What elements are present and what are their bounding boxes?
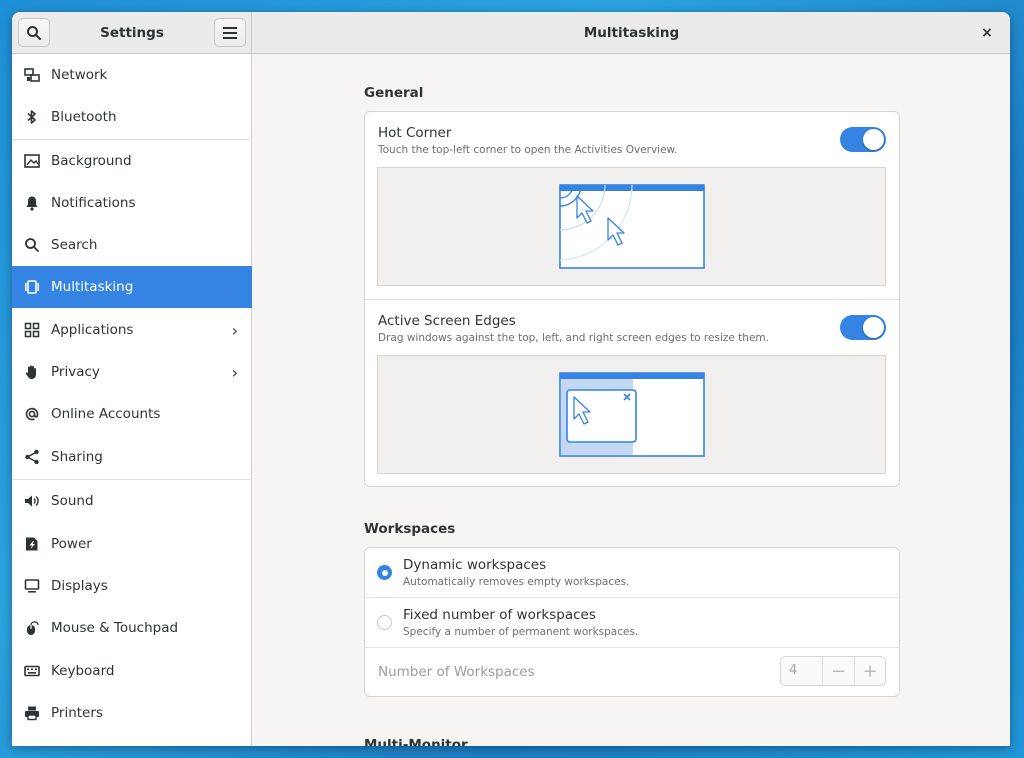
active-edges-graphic xyxy=(559,372,705,457)
sidebar-item-label: Search xyxy=(51,237,98,253)
share-icon xyxy=(24,449,40,465)
section-title-multi-monitor: Multi-Monitor xyxy=(364,737,468,746)
sidebar-item-label: Bluetooth xyxy=(51,109,117,125)
sidebar-item-privacy[interactable]: Privacy › xyxy=(12,351,252,393)
sidebar-item-power[interactable]: Power xyxy=(12,523,252,565)
plus-icon: + xyxy=(862,660,878,682)
general-card: Hot Corner Touch the top-left corner to … xyxy=(364,111,900,487)
section-title-workspaces: Workspaces xyxy=(364,521,456,537)
sidebar-item-sound[interactable]: Sound xyxy=(12,480,252,522)
switch-knob xyxy=(863,317,884,338)
hot-corner-title: Hot Corner xyxy=(378,125,452,141)
increment-button[interactable]: + xyxy=(854,657,885,685)
sidebar-item-label: Background xyxy=(51,153,132,169)
page-title: Multitasking xyxy=(583,25,680,41)
sidebar-item-search[interactable]: Search xyxy=(12,224,252,266)
sidebar-item-mouse-touchpad[interactable]: Mouse & Touchpad xyxy=(12,607,252,649)
keyboard-icon xyxy=(24,663,40,679)
menu-button[interactable] xyxy=(214,18,246,47)
close-icon: × xyxy=(981,25,993,41)
display-icon xyxy=(24,578,40,594)
hot-corner-graphic xyxy=(559,184,705,269)
dynamic-workspaces-title: Dynamic workspaces xyxy=(403,557,547,573)
sidebar-item-label: Applications xyxy=(51,322,134,338)
bell-icon xyxy=(24,195,40,211)
header-bar: Settings Multitasking × xyxy=(12,12,1010,54)
hamburger-icon xyxy=(223,26,237,39)
number-of-workspaces-label: Number of Workspaces xyxy=(378,664,535,680)
sidebar-item-displays[interactable]: Displays xyxy=(12,565,252,607)
hand-icon xyxy=(24,364,40,380)
sidebar-item-label: Privacy xyxy=(51,364,100,380)
search-icon xyxy=(27,25,41,40)
close-button[interactable]: × xyxy=(976,22,998,44)
printer-icon xyxy=(24,705,40,721)
switch-knob xyxy=(863,129,884,150)
active-edges-switch[interactable] xyxy=(840,315,886,340)
chevron-right-icon: › xyxy=(231,321,238,340)
sidebar-item-notifications[interactable]: Notifications xyxy=(12,182,252,224)
chevron-right-icon: › xyxy=(231,363,238,382)
card-divider xyxy=(365,597,899,598)
sidebar-item-label: Power xyxy=(51,536,92,552)
at-icon xyxy=(24,406,40,422)
hot-corner-subtitle: Touch the top-left corner to open the Ac… xyxy=(378,144,678,156)
sidebar-item-label: Sound xyxy=(51,493,94,509)
sidebar-item-multitasking[interactable]: Multitasking xyxy=(12,266,252,308)
sidebar-item-label: Sharing xyxy=(51,449,103,465)
sidebar-item-label: Network xyxy=(51,67,108,83)
active-edges-title: Active Screen Edges xyxy=(378,313,516,329)
bluetooth-icon xyxy=(24,109,40,125)
hot-corner-illustration xyxy=(377,167,886,286)
sidebar-item-sharing[interactable]: Sharing xyxy=(12,436,252,478)
minus-icon: − xyxy=(830,660,847,682)
sidebar-item-applications[interactable]: Applications › xyxy=(12,309,252,351)
sidebar-item-label: Mouse & Touchpad xyxy=(51,620,179,636)
sidebar-item-label: Displays xyxy=(51,578,108,594)
workspaces-card: Dynamic workspaces Automatically removes… xyxy=(364,547,900,697)
search-button[interactable] xyxy=(18,18,50,47)
content-panel: General Hot Corner Touch the top-left co… xyxy=(253,54,1010,746)
sidebar-item-network[interactable]: Network xyxy=(12,54,252,96)
power-icon xyxy=(24,536,40,552)
sidebar-item-label: Online Accounts xyxy=(51,406,161,422)
multitasking-icon xyxy=(24,279,40,295)
search-icon xyxy=(24,237,40,253)
speaker-icon xyxy=(24,493,40,509)
active-edges-subtitle: Drag windows against the top, left, and … xyxy=(378,332,769,344)
sidebar: Network Bluetooth Background Notificatio… xyxy=(12,54,252,746)
sidebar-item-printers[interactable]: Printers xyxy=(12,692,252,734)
sidebar-item-label: Notifications xyxy=(51,195,136,211)
dynamic-workspaces-subtitle: Automatically removes empty workspaces. xyxy=(403,576,630,588)
active-edges-illustration xyxy=(377,355,886,474)
sidebar-item-keyboard[interactable]: Keyboard xyxy=(12,650,252,692)
section-title-general: General xyxy=(364,85,424,101)
workspaces-count-input[interactable]: 4 xyxy=(781,657,823,685)
sidebar-item-background[interactable]: Background xyxy=(12,140,252,182)
sidebar-title: Settings xyxy=(100,25,164,41)
mouse-icon xyxy=(24,620,40,636)
sidebar-item-label: Keyboard xyxy=(51,663,115,679)
sidebar-item-bluetooth[interactable]: Bluetooth xyxy=(12,96,252,138)
card-divider xyxy=(365,299,899,300)
dynamic-workspaces-radio[interactable] xyxy=(377,565,392,580)
sidebar-item-label: Printers xyxy=(51,705,103,721)
hot-corner-switch[interactable] xyxy=(840,127,886,152)
sidebar-item-online-accounts[interactable]: Online Accounts xyxy=(12,393,252,435)
network-icon xyxy=(24,67,40,83)
card-divider xyxy=(365,647,899,648)
fixed-workspaces-subtitle: Specify a number of permanent workspaces… xyxy=(403,626,639,638)
workspaces-stepper: 4 − + xyxy=(780,656,886,686)
settings-window: Settings Multitasking × Network Bluetoot… xyxy=(12,12,1010,746)
sidebar-item-label: Multitasking xyxy=(51,279,134,295)
decrement-button[interactable]: − xyxy=(823,657,854,685)
sidebar-header: Settings xyxy=(12,12,252,54)
fixed-workspaces-title: Fixed number of workspaces xyxy=(403,607,596,623)
grid-icon xyxy=(24,322,40,338)
fixed-workspaces-radio[interactable] xyxy=(377,615,392,630)
background-icon xyxy=(24,153,40,169)
